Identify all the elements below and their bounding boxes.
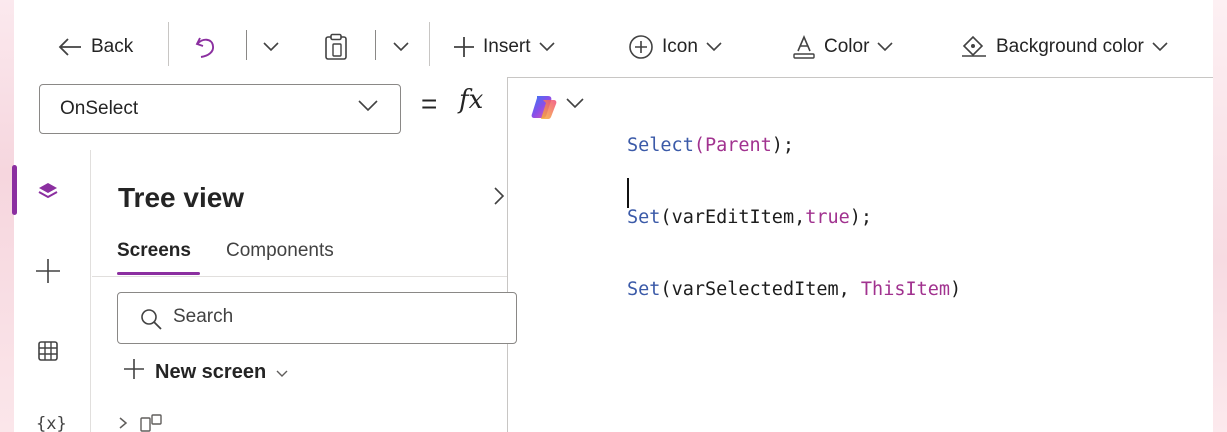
right-edge-decoration	[1213, 0, 1227, 432]
toolbar-divider	[429, 22, 430, 66]
equals-sign: =	[421, 88, 438, 119]
plus-icon	[123, 358, 145, 386]
toolbar-divider	[168, 22, 169, 66]
active-tab-underline	[117, 272, 200, 275]
background-color-button[interactable]: Background color	[960, 30, 1168, 64]
property-value: OnSelect	[60, 98, 139, 119]
search-icon	[140, 308, 162, 335]
left-edge-decoration	[0, 0, 14, 432]
chevron-down-icon	[393, 42, 409, 52]
tab-screens[interactable]: Screens	[117, 240, 191, 262]
chevron-down-icon	[358, 99, 378, 118]
plus-icon[interactable]	[35, 258, 61, 289]
paste-dropdown[interactable]	[393, 30, 409, 64]
search-box[interactable]	[117, 292, 517, 344]
tree-view-title: Tree view	[118, 182, 245, 213]
tabs-divider	[92, 276, 507, 277]
variables-icon[interactable]: {x}	[36, 414, 67, 432]
text-color-icon	[792, 34, 816, 60]
app-icon	[140, 414, 162, 432]
paste-icon	[324, 33, 348, 61]
icon-button[interactable]: Icon	[628, 30, 722, 64]
background-color-label: Background color	[996, 36, 1144, 57]
add-circle-icon	[628, 34, 654, 60]
chevron-down-icon	[706, 42, 722, 52]
undo-button[interactable]	[194, 30, 218, 64]
fx-icon[interactable]: fx	[459, 85, 483, 115]
back-arrow-icon	[57, 36, 83, 58]
chevron-down-icon	[538, 42, 555, 52]
chevron-down-icon[interactable]	[566, 96, 584, 114]
property-dropdown[interactable]: OnSelect	[39, 84, 401, 134]
color-button[interactable]: Color	[792, 30, 893, 64]
paint-bucket-icon	[960, 34, 988, 60]
color-label: Color	[824, 36, 870, 57]
table-icon[interactable]	[38, 341, 58, 366]
undo-dropdown[interactable]	[263, 30, 279, 64]
split-divider	[375, 30, 376, 60]
insert-label: Insert	[483, 36, 531, 57]
code-line: Set(varSelectedItem, ThisItem)	[627, 279, 962, 300]
tab-components[interactable]: Components	[226, 240, 334, 262]
new-screen-label: New screen	[155, 360, 267, 383]
chevron-down-icon	[263, 42, 279, 52]
back-label: Back	[91, 36, 134, 57]
active-indicator	[12, 165, 17, 215]
chevron-down-icon	[1152, 42, 1168, 52]
new-screen-button[interactable]: New screen	[123, 357, 288, 387]
paste-button[interactable]	[324, 30, 348, 64]
text-cursor	[627, 178, 629, 208]
back-button[interactable]: Back	[57, 30, 133, 64]
undo-icon	[194, 34, 218, 60]
layers-icon[interactable]	[37, 181, 59, 206]
chevron-right-icon[interactable]	[493, 186, 505, 211]
icon-label: Icon	[662, 36, 698, 57]
formula-code[interactable]: Select(Parent); Set(varEditItem,true); S…	[627, 86, 961, 326]
code-line: Set(varEditItem,true);	[627, 207, 873, 228]
split-divider	[246, 30, 247, 60]
chevron-down-icon	[276, 361, 288, 384]
insert-button[interactable]: Insert	[453, 30, 555, 64]
tree-item-app[interactable]	[118, 414, 162, 432]
code-line: Select(Parent);	[627, 135, 795, 156]
copilot-icon[interactable]	[529, 93, 559, 126]
plus-icon	[453, 36, 475, 58]
search-input[interactable]	[173, 306, 473, 328]
chevron-right-icon	[118, 416, 128, 432]
chevron-down-icon	[877, 42, 893, 52]
